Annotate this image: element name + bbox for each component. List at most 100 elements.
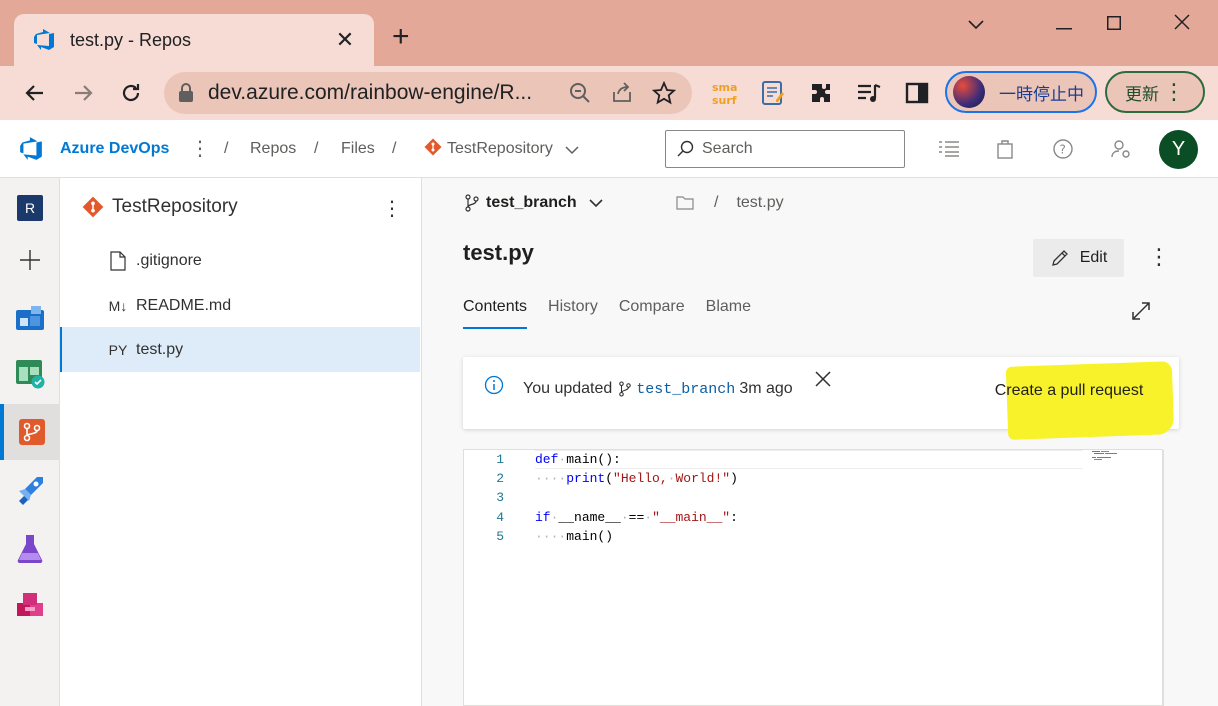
rail-repos[interactable] [0, 404, 60, 460]
surf-extension-icon[interactable]: sma surf [710, 78, 740, 108]
svg-text:sma: sma [712, 81, 737, 94]
svg-text:surf: surf [712, 94, 737, 106]
code-line: 4 if·__name__·==·"__main__": [496, 510, 738, 525]
maximize-icon[interactable] [1094, 10, 1134, 38]
rail-pipelines[interactable] [0, 462, 60, 518]
boards-icon [16, 360, 45, 389]
browser-toolbar: dev.azure.com/rainbow-engine/R... sma sur… [0, 66, 1218, 120]
pencil-icon [1051, 250, 1068, 266]
edit-button[interactable]: Edit [1033, 239, 1124, 277]
path-breadcrumb: / test.py [676, 194, 784, 212]
notes-extension-icon[interactable] [758, 78, 788, 108]
rail-overview[interactable] [0, 290, 60, 346]
close-icon[interactable] [815, 367, 831, 393]
azure-devops-icon [34, 29, 54, 50]
back-icon[interactable] [18, 76, 52, 110]
path-separator: / [714, 194, 719, 211]
branch-name: test_branch [486, 194, 577, 211]
path-file: test.py [736, 194, 784, 211]
help-icon[interactable]: ? [1051, 137, 1075, 161]
branch-selector[interactable]: test_branch [464, 194, 603, 212]
rail-artifacts[interactable] [0, 578, 60, 634]
breadcrumb-files[interactable]: Files [341, 140, 375, 158]
tree-item-label: .gitignore [136, 251, 202, 269]
tree-item-test-py[interactable]: PY test.py [60, 327, 420, 372]
rail-boards[interactable] [0, 346, 60, 402]
markdown-icon: M↓ [108, 297, 128, 314]
profile-avatar [953, 76, 985, 108]
crumb-separator: / [314, 140, 319, 157]
tab-title: test.py - Repos [70, 29, 192, 50]
side-panel-icon[interactable] [902, 78, 932, 108]
branch-icon [465, 194, 479, 212]
url-text: dev.azure.com/rainbow-engine/R... [208, 81, 533, 104]
tab-close-icon[interactable]: ✕ [334, 27, 356, 53]
file-content-area: test_branch / test.py test.py Edit ⋮ Con… [422, 178, 1218, 706]
chevron-down-icon[interactable] [565, 142, 579, 160]
search-placeholder: Search [702, 140, 753, 157]
overview-icon [16, 306, 44, 330]
share-icon[interactable] [608, 79, 636, 107]
tree-repo-header[interactable]: TestRepository [82, 196, 238, 218]
editor-scrollbar[interactable] [1163, 450, 1164, 706]
info-icon [484, 375, 504, 395]
file-title: test.py [463, 240, 534, 265]
tab-contents[interactable]: Contents [463, 298, 528, 329]
work-items-list-icon[interactable] [937, 137, 961, 161]
new-tab-icon[interactable]: + [392, 22, 410, 52]
code-line: 2 ····print("Hello,·World!") [496, 471, 738, 486]
reload-icon[interactable] [114, 76, 148, 110]
close-window-icon[interactable] [1162, 10, 1202, 38]
header-more-icon[interactable]: ⋮ [190, 136, 210, 161]
code-editor[interactable]: 1 def·main(): 2 ····print("Hello,·World!… [463, 449, 1164, 706]
crumb-separator: / [392, 140, 397, 157]
svg-text:?: ? [1060, 143, 1066, 157]
media-control-icon[interactable] [854, 78, 884, 108]
browser-tab[interactable]: test.py - Repos ✕ [14, 14, 374, 66]
code-minimap[interactable] [1090, 450, 1120, 464]
banner-message: You updated test_branch 3m ago [523, 380, 793, 398]
ado-brand-link[interactable]: Azure DevOps [60, 140, 169, 158]
bookmark-star-icon[interactable] [650, 79, 678, 107]
plus-icon [20, 250, 40, 270]
extensions-puzzle-icon[interactable] [806, 78, 836, 108]
create-pull-request-button[interactable]: Create a pull request [971, 372, 1167, 410]
python-file-icon: PY [108, 341, 128, 358]
rail-test-plans[interactable] [0, 520, 60, 576]
marketplace-bag-icon[interactable] [993, 137, 1017, 161]
tab-compare[interactable]: Compare [619, 298, 685, 329]
user-avatar[interactable]: Y [1159, 130, 1198, 169]
edit-label: Edit [1079, 249, 1108, 266]
banner-suffix: 3m ago [739, 380, 793, 397]
user-settings-icon[interactable] [1109, 137, 1133, 161]
breadcrumb-repository[interactable]: TestRepository [447, 140, 553, 158]
breadcrumb-repos[interactable]: Repos [250, 140, 296, 158]
tree-item-gitignore[interactable]: .gitignore [60, 238, 420, 283]
folder-icon[interactable] [676, 196, 694, 210]
update-button[interactable]: 更新 ⋮ [1105, 71, 1205, 113]
address-bar[interactable]: dev.azure.com/rainbow-engine/R... [164, 72, 692, 114]
rail-new[interactable] [0, 232, 60, 288]
banner-prefix: You updated [523, 380, 613, 397]
minimize-icon[interactable] [1044, 10, 1084, 38]
file-tree-panel: TestRepository ⋮ .gitignore M↓ README.md… [60, 178, 422, 706]
navigation-rail: R [0, 178, 60, 706]
expand-icon[interactable] [1130, 300, 1152, 322]
search-input[interactable]: Search [665, 130, 905, 168]
banner-branch-link[interactable]: test_branch [636, 381, 735, 398]
tab-blame[interactable]: Blame [706, 298, 751, 329]
azure-devops-logo-icon[interactable] [18, 136, 44, 162]
branch-icon [619, 381, 632, 397]
tab-history[interactable]: History [548, 298, 598, 329]
tree-more-icon[interactable]: ⋮ [382, 196, 402, 221]
zoom-icon[interactable] [566, 79, 594, 107]
rail-project[interactable]: R [0, 180, 60, 236]
code-line: 3 [496, 490, 504, 505]
profile-button[interactable]: 一時停止中 [945, 71, 1097, 113]
git-repo-icon [82, 196, 104, 218]
tab-search-chevron-icon[interactable] [956, 10, 996, 38]
more-actions-icon[interactable]: ⋮ [1148, 244, 1170, 270]
tree-repo-name: TestRepository [112, 196, 238, 217]
tree-item-readme[interactable]: M↓ README.md [60, 283, 420, 328]
forward-icon[interactable] [66, 76, 100, 110]
